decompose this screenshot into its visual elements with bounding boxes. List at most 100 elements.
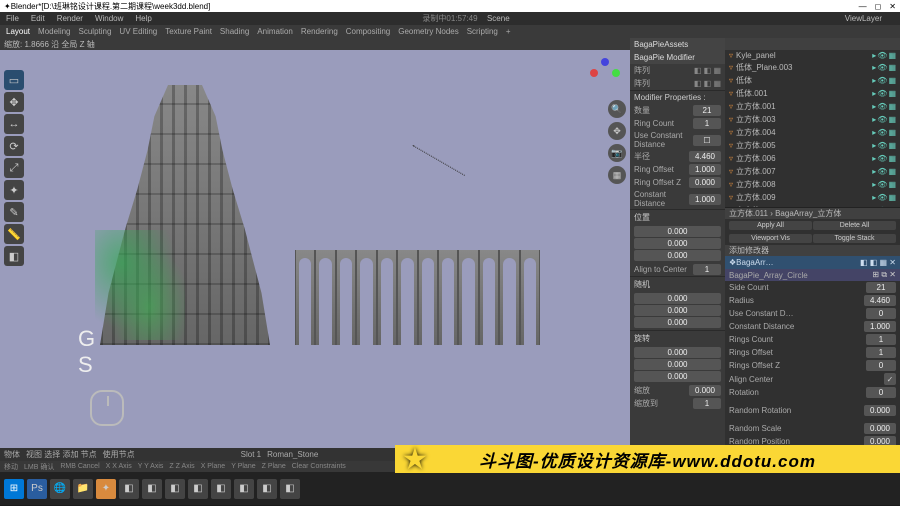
use-nodes[interactable]: 使用节点 <box>103 449 135 460</box>
task-ps[interactable]: Ps <box>27 479 47 499</box>
in-side-count[interactable]: 21 <box>866 282 896 293</box>
viewlayer-selector[interactable]: ViewLayer <box>845 14 882 23</box>
val-ringcount[interactable]: 1 <box>693 118 721 129</box>
tool-cursor[interactable]: ✥ <box>4 92 24 112</box>
maximize-button[interactable]: ◻ <box>875 2 882 11</box>
nav-gizmo[interactable] <box>590 58 620 88</box>
tool-move[interactable]: ↔ <box>4 114 24 134</box>
submod-name[interactable]: BagaPie_Array_Circle <box>729 271 872 280</box>
axis-x-icon[interactable] <box>590 69 598 77</box>
perspective-icon[interactable]: ▦ <box>608 166 626 184</box>
start-button[interactable]: ⊞ <box>4 479 24 499</box>
in-cd[interactable]: 1.000 <box>864 321 896 332</box>
in-rand-rot[interactable]: 0.000 <box>864 405 896 416</box>
outliner-row[interactable]: ▿立方体.005▸ 👁 ▦ <box>725 139 900 152</box>
val-ringoffset[interactable]: 1.000 <box>689 164 721 175</box>
add-modifier[interactable]: 添加修改器 <box>725 245 900 256</box>
close-button[interactable]: ✕ <box>889 2 896 11</box>
val-count[interactable]: 21 <box>693 105 721 116</box>
colonnade-array[interactable] <box>295 250 540 345</box>
submod-buttons[interactable]: ⊞ ⧉ ✕ <box>872 270 896 280</box>
np-array2[interactable]: 阵列 <box>634 78 694 89</box>
np-modifier-header[interactable]: BagaPie Modifier <box>630 51 725 64</box>
3d-viewport[interactable]: 缩放: 1.8666 沿 全局 Z 轴 ▭ ✥ ↔ ⟳ ⤢ ✦ ✎ 📏 ◧ 🔍 <box>0 38 630 448</box>
tab-add[interactable]: + <box>506 27 511 36</box>
outliner-row[interactable]: ▿立方体.004▸ 👁 ▦ <box>725 126 900 139</box>
in-ucd[interactable]: 0 <box>866 308 896 319</box>
outliner-row[interactable]: ▿立方体.006▸ 👁 ▦ <box>725 152 900 165</box>
task-app8[interactable]: ◧ <box>280 479 300 499</box>
val-cd[interactable]: 1.000 <box>689 194 721 205</box>
scene-selector[interactable]: Scene <box>487 14 510 23</box>
btn-viewport-vis[interactable]: Viewport Vis <box>729 234 812 243</box>
tool-rotate[interactable]: ⟳ <box>4 136 24 156</box>
np-assets-header[interactable]: BagaPieAssets <box>630 38 725 51</box>
tab-scripting[interactable]: Scripting <box>467 27 498 36</box>
tool-scale[interactable]: ⤢ <box>4 158 24 178</box>
val-align[interactable]: 1 <box>693 264 721 275</box>
outliner[interactable]: ▿Kyle_panel▸ 👁 ▦▿低体_Plane.003▸ 👁 ▦▿低体▸ 👁… <box>725 38 900 208</box>
val-scale[interactable]: 0.000 <box>689 385 721 396</box>
footer-menu[interactable]: 视图 选择 添加 节点 <box>26 449 97 460</box>
menu-file[interactable]: File <box>6 14 19 23</box>
btn-apply-all[interactable]: Apply All <box>729 221 812 230</box>
menu-help[interactable]: Help <box>135 14 151 23</box>
outliner-row[interactable]: ▿立方体.007▸ 👁 ▦ <box>725 165 900 178</box>
tab-rendering[interactable]: Rendering <box>301 27 338 36</box>
minimize-button[interactable]: — <box>859 2 867 11</box>
val-radius[interactable]: 4.460 <box>689 151 721 162</box>
menu-render[interactable]: Render <box>57 14 83 23</box>
in-rand-scale[interactable]: 0.000 <box>864 423 896 434</box>
zoom-icon[interactable]: 🔍 <box>608 100 626 118</box>
properties-panel[interactable]: 立方体.011 › BagaArray_立方体 Apply All Delete… <box>725 208 900 448</box>
mod-toggle-icons[interactable]: ◧ ◧ ▦ ✕ <box>860 258 896 267</box>
in-rot[interactable]: 0 <box>866 387 896 398</box>
in-roz[interactable]: 0 <box>866 360 896 371</box>
btn-toggle-stack[interactable]: Toggle Stack <box>813 234 896 243</box>
outliner-row[interactable]: ▿立方体.001▸ 👁 ▦ <box>725 100 900 113</box>
mod-icons[interactable]: ◧ ◧ ▦ <box>694 79 721 88</box>
task-app7[interactable]: ◧ <box>257 479 277 499</box>
camera-icon[interactable]: 📷 <box>608 144 626 162</box>
task-app4[interactable]: ◧ <box>188 479 208 499</box>
val-ringoffsetz[interactable]: 0.000 <box>689 177 721 188</box>
slot[interactable]: Slot 1 <box>241 450 261 459</box>
tab-geonodes[interactable]: Geometry Nodes <box>398 27 458 36</box>
np-array1[interactable]: 阵列 <box>634 65 694 76</box>
mod-icons[interactable]: ◧ ◧ ▦ <box>694 66 721 75</box>
menu-window[interactable]: Window <box>95 14 123 23</box>
task-app2[interactable]: ◧ <box>142 479 162 499</box>
move-view-icon[interactable]: ✥ <box>608 122 626 140</box>
tab-shading[interactable]: Shading <box>220 27 249 36</box>
loc-xyz[interactable]: 0.000 0.000 0.000 <box>630 225 725 263</box>
tool-measure[interactable]: 📏 <box>4 224 24 244</box>
in-ro[interactable]: 1 <box>866 347 896 358</box>
in-radius[interactable]: 4.460 <box>864 295 896 306</box>
outliner-row[interactable]: ▿Kyle_panel▸ 👁 ▦ <box>725 50 900 61</box>
task-app[interactable]: ◧ <box>119 479 139 499</box>
task-edge[interactable]: 🌐 <box>50 479 70 499</box>
outliner-row[interactable]: ▿低体.001▸ 👁 ▦ <box>725 87 900 100</box>
material[interactable]: Roman_Stone <box>267 450 318 459</box>
windows-taskbar[interactable]: ⊞ Ps 🌐 📁 ✦ ◧ ◧ ◧ ◧ ◧ ◧ ◧ ◧ <box>0 472 900 505</box>
btn-delete-all[interactable]: Delete All <box>813 221 896 230</box>
axis-y-icon[interactable] <box>612 69 620 77</box>
tool-annotate[interactable]: ✎ <box>4 202 24 222</box>
task-files[interactable]: 📁 <box>73 479 93 499</box>
in-rc[interactable]: 1 <box>866 334 896 345</box>
tab-texture[interactable]: Texture Paint <box>165 27 212 36</box>
tab-uv[interactable]: UV Editing <box>119 27 157 36</box>
tab-animation[interactable]: Animation <box>257 27 293 36</box>
outliner-row[interactable]: ▿立方体.003▸ 👁 ▦ <box>725 113 900 126</box>
task-app3[interactable]: ◧ <box>165 479 185 499</box>
modifier-header[interactable]: ❖ BagaArr… ◧ ◧ ▦ ✕ <box>725 256 900 269</box>
rand-loc[interactable]: 0.000 0.000 0.000 <box>630 292 725 330</box>
in-ac[interactable]: ✓ <box>884 373 896 385</box>
val-scaleto[interactable]: 1 <box>693 398 721 409</box>
chk-ucd[interactable]: ☐ <box>693 135 721 146</box>
outliner-row[interactable]: ▿低体_Plane.003▸ 👁 ▦ <box>725 61 900 74</box>
task-app6[interactable]: ◧ <box>234 479 254 499</box>
tool-select[interactable]: ▭ <box>4 70 24 90</box>
viewport-canvas[interactable]: ▭ ✥ ↔ ⟳ ⤢ ✦ ✎ 📏 ◧ 🔍 ✥ 📷 ▦ <box>0 50 630 448</box>
tab-compositing[interactable]: Compositing <box>346 27 390 36</box>
